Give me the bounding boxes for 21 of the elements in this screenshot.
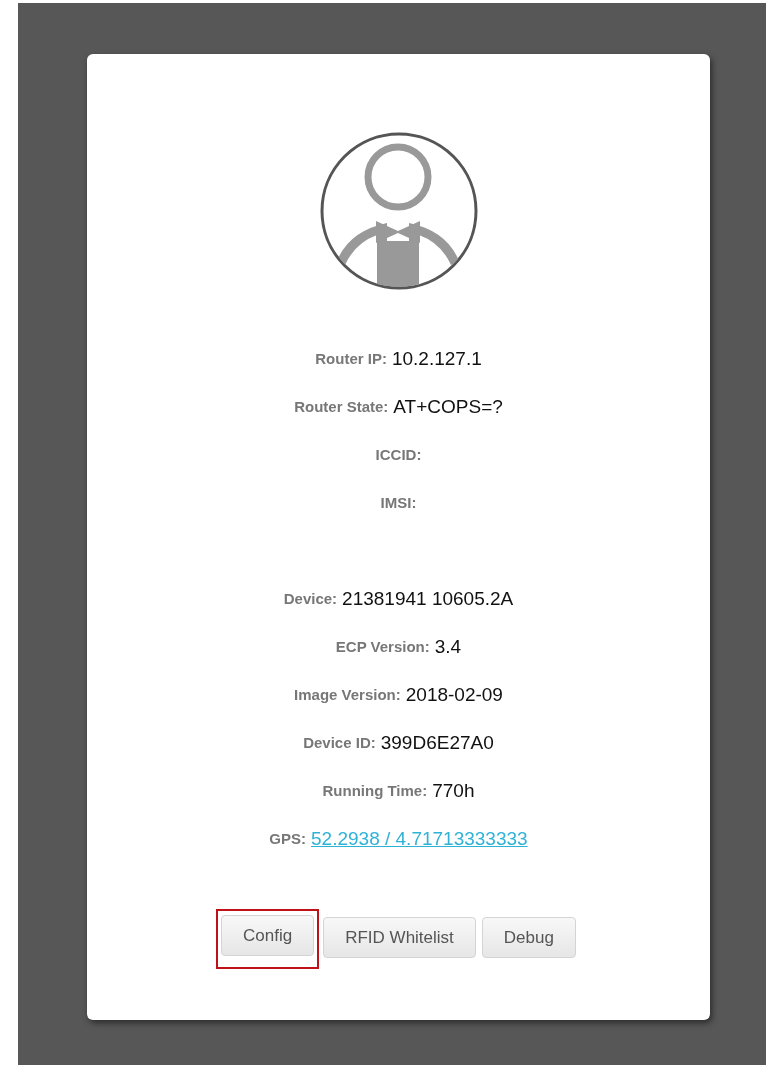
field-label: Router State: [294, 396, 389, 417]
field-label: Router IP: [315, 348, 387, 369]
field-value: 770h [432, 778, 475, 803]
field-label: Running Time: [322, 780, 428, 801]
user-avatar-icon [318, 131, 479, 291]
field-value: 3.4 [434, 634, 462, 659]
action-button[interactable]: Config [221, 915, 315, 956]
field-label: Device ID: [303, 732, 376, 753]
field-value: 399D6E27A0 [380, 730, 494, 755]
field-value: 10.2.127.1 [391, 346, 482, 371]
field-label: GPS: [269, 828, 307, 849]
field-label: Device: [283, 588, 338, 609]
field-label: ICCID: [375, 444, 422, 465]
field-label: Image Version: [294, 684, 401, 705]
field-label: ECP Version: [335, 636, 430, 657]
field-value: AT+COPS=? [393, 394, 503, 419]
field-label: IMSI: [380, 492, 417, 513]
action-button[interactable]: Debug [481, 917, 576, 958]
action-button[interactable]: RFID Whitelist [323, 917, 476, 958]
field-value: 2018-02-09 [405, 682, 503, 707]
field-value: 21381941 10605.2A [342, 586, 514, 611]
